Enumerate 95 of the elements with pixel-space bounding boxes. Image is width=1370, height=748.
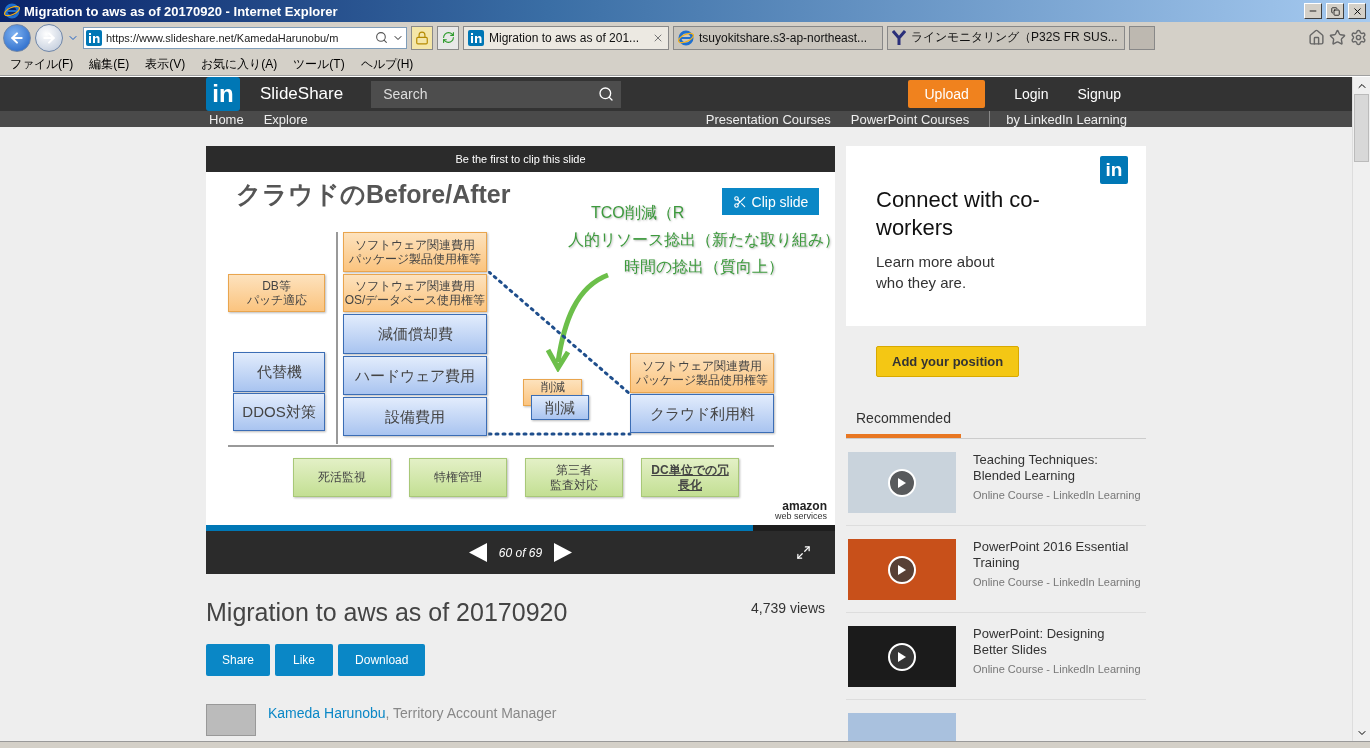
view-count: 4,739 views bbox=[751, 600, 825, 616]
scroll-thumb[interactable] bbox=[1354, 94, 1369, 162]
diagram-box: DDOS対策 bbox=[233, 393, 325, 431]
refresh-icon bbox=[441, 31, 455, 44]
new-tab-button[interactable] bbox=[1129, 25, 1155, 50]
diagram-box: 代替機 bbox=[233, 352, 325, 392]
previous-icon[interactable] bbox=[468, 543, 487, 562]
settings-icon[interactable] bbox=[1350, 29, 1367, 46]
nav-link[interactable]: Explore bbox=[263, 111, 308, 127]
page-counter: 60 of 69 bbox=[498, 545, 543, 560]
diagram-box: 削減 bbox=[531, 395, 589, 420]
course-subtitle: Online Course - LinkedIn Learning bbox=[973, 489, 1141, 502]
action-button[interactable]: Download bbox=[338, 644, 426, 676]
diagram-box: 特権管理 bbox=[409, 458, 507, 497]
diagram-box: ソフトウェア関連費用 OS/データベース使用権等 bbox=[343, 274, 487, 312]
course-title[interactable]: PowerPoint 2016 Essential Training bbox=[973, 539, 1133, 571]
search-field[interactable]: Search bbox=[371, 80, 622, 108]
browser-tab[interactable]: Migration to aws as of 201... bbox=[463, 25, 669, 50]
brand-name: SlideShare bbox=[260, 84, 344, 104]
play-icon bbox=[888, 642, 916, 671]
clip-banner: Be the first to clip this slide bbox=[206, 146, 835, 172]
ad-heading: Connect with co-workers bbox=[876, 186, 1041, 241]
refresh-button[interactable] bbox=[437, 25, 459, 50]
signup-link[interactable]: Signup bbox=[1077, 86, 1122, 102]
clip-slide-button[interactable]: Clip slide bbox=[722, 188, 819, 215]
diagram-box: ハードウェア費用 bbox=[343, 356, 487, 395]
nav-link[interactable]: Home bbox=[209, 111, 244, 127]
star-icon[interactable] bbox=[1329, 29, 1346, 46]
menu-item[interactable]: ツール(T) bbox=[285, 55, 353, 73]
diagram-box: 第三者 監査対応 bbox=[525, 458, 623, 497]
recommended-tab[interactable]: Recommended bbox=[846, 404, 961, 438]
diagram-box: クラウド利用料 bbox=[630, 394, 774, 433]
presentation-title: Migration to aws as of 20170920 bbox=[206, 598, 568, 627]
globe-icon bbox=[678, 29, 694, 46]
diagram-box: ソフトウェア関連費用 パッケージ製品使用権等 bbox=[343, 232, 487, 272]
ad-text: Learn more about who they are. bbox=[876, 252, 996, 293]
nav-link[interactable]: PowerPoint Courses bbox=[850, 111, 970, 127]
y-shape-icon bbox=[892, 29, 906, 46]
nav-link[interactable]: Presentation Courses bbox=[705, 111, 831, 127]
menu-item[interactable]: 表示(V) bbox=[137, 55, 194, 73]
course-subtitle: Online Course - LinkedIn Learning bbox=[973, 663, 1141, 676]
vendor-logo: amazon web services bbox=[774, 500, 827, 521]
minimize-button[interactable] bbox=[1304, 3, 1322, 19]
back-button[interactable] bbox=[3, 23, 31, 52]
globe-icon bbox=[4, 3, 20, 19]
linkedin-icon bbox=[468, 29, 484, 46]
menu-item[interactable]: ヘルプ(H) bbox=[352, 55, 422, 73]
author-link[interactable]: Kameda Harunobu bbox=[268, 705, 386, 721]
browser-tab[interactable]: ラインモニタリング（P32S FR SUS... bbox=[887, 25, 1125, 50]
add-position-button[interactable]: Add your position bbox=[876, 346, 1020, 377]
lock-button[interactable] bbox=[411, 25, 433, 50]
recommended-item[interactable]: PowerPoint 2016 Essential Training Online Course - LinkedIn Learning bbox=[846, 526, 1146, 613]
window-title: Migration to aws as of 20170920 - Internet Explorer bbox=[24, 3, 339, 19]
forward-button[interactable] bbox=[35, 23, 63, 52]
author-role: , Territory Account Manager bbox=[385, 705, 557, 721]
next-icon[interactable] bbox=[554, 543, 573, 562]
linkedin-icon bbox=[86, 29, 102, 46]
close-icon bbox=[1351, 5, 1363, 17]
browser-tab[interactable]: tsuyokitshare.s3-ap-northeast... bbox=[673, 25, 883, 50]
site-logo: in bbox=[206, 77, 240, 111]
avatar-placeholder bbox=[206, 704, 256, 736]
callout-text: 人的リソース捻出（新たな取り組み） bbox=[566, 230, 835, 250]
fullscreen-icon[interactable] bbox=[796, 545, 811, 560]
restore-icon bbox=[1330, 6, 1340, 16]
diagram-box: DB等 パッチ適応 bbox=[228, 274, 325, 312]
recommended-item[interactable]: PowerPoint: Designing Better Slides Online Course - LinkedIn Learning bbox=[846, 613, 1146, 700]
address-field[interactable]: https://www.slideshare.net/KamedaHarunobu/m bbox=[83, 26, 407, 49]
action-button[interactable]: Like bbox=[275, 644, 334, 676]
play-icon bbox=[888, 555, 916, 584]
slide-title: クラウドのBefore/After bbox=[236, 179, 511, 210]
callout-text: TCO削減（R bbox=[591, 203, 685, 223]
restore-button[interactable] bbox=[1326, 3, 1344, 19]
course-title[interactable]: PowerPoint: Designing Better Slides bbox=[973, 626, 1133, 658]
diagram-box: ソフトウェア関連費用 パッケージ製品使用権等 bbox=[630, 353, 774, 393]
home-icon[interactable] bbox=[1308, 29, 1325, 46]
course-subtitle: Online Course - LinkedIn Learning bbox=[973, 576, 1141, 589]
nav-link[interactable]: by LinkedIn Learning bbox=[1006, 111, 1127, 127]
diagram-box: 設備費用 bbox=[343, 397, 487, 436]
menu-item[interactable]: 編集(E) bbox=[81, 55, 138, 73]
diagram-box: 死活監視 bbox=[293, 458, 391, 497]
lock-icon bbox=[415, 30, 429, 45]
search-icon[interactable] bbox=[375, 31, 388, 44]
search-icon[interactable] bbox=[598, 85, 615, 102]
ad-logo: in bbox=[1100, 156, 1128, 184]
course-title[interactable]: Teaching Techniques: Blended Learning bbox=[973, 452, 1133, 484]
menu-item[interactable]: お気に入り(A) bbox=[193, 55, 286, 73]
scissors-icon bbox=[732, 194, 747, 209]
action-button[interactable]: Share bbox=[206, 644, 271, 676]
recommended-item[interactable]: Teaching Techniques: Blended Learning Online Course - LinkedIn Learning bbox=[846, 439, 1146, 526]
close-button[interactable] bbox=[1348, 3, 1366, 19]
login-link[interactable]: Login bbox=[1014, 86, 1049, 102]
callout-text: 時間の捻出（質向上） bbox=[622, 257, 785, 277]
play-icon bbox=[888, 468, 916, 497]
menu-item[interactable]: ファイル(F) bbox=[2, 55, 82, 73]
diagram-box: 減価償却費 bbox=[343, 314, 487, 354]
